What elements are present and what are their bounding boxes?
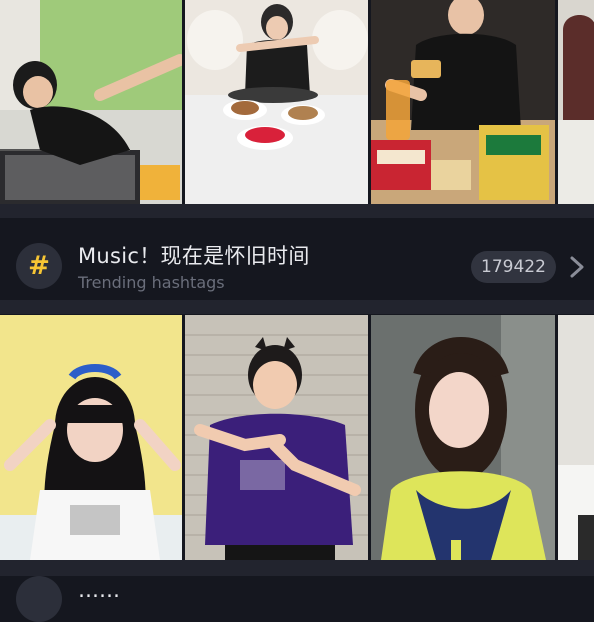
- video-thumb-girl-yellow-wall[interactable]: [0, 315, 182, 560]
- section-divider: [0, 560, 594, 576]
- hashtag-subtitle: Trending hashtags: [78, 273, 225, 292]
- section-divider: [0, 300, 594, 314]
- hash-icon: #: [16, 243, 62, 289]
- video-thumb-partial-right[interactable]: [558, 315, 594, 560]
- top-video-row: [0, 0, 594, 204]
- section-divider: [0, 204, 594, 218]
- video-thumb-partial-chair[interactable]: [558, 0, 594, 204]
- chevron-right-icon[interactable]: [566, 255, 588, 279]
- next-hashtag-row[interactable]: ……: [0, 576, 594, 622]
- video-thumb-boy-on-sofa-with-food[interactable]: [185, 0, 368, 204]
- hashtag-title: Music！现在是怀旧时间: [78, 244, 310, 268]
- video-count-badge: 179422: [471, 251, 556, 283]
- video-thumb-boy-with-phone-and-snacks[interactable]: [371, 0, 555, 204]
- hash-icon: [16, 576, 62, 622]
- video-thumb-dancer-living-room[interactable]: [0, 0, 182, 204]
- hashtag-video-row: [0, 315, 594, 560]
- next-hashtag-title: ……: [78, 578, 120, 602]
- video-thumb-boy-purple-shirt-brick-wall[interactable]: [185, 315, 368, 560]
- hashtag-row[interactable]: # Music！现在是怀旧时间 Trending hashtags 179422: [0, 218, 594, 300]
- video-thumb-girl-yellow-blouse[interactable]: [371, 315, 555, 560]
